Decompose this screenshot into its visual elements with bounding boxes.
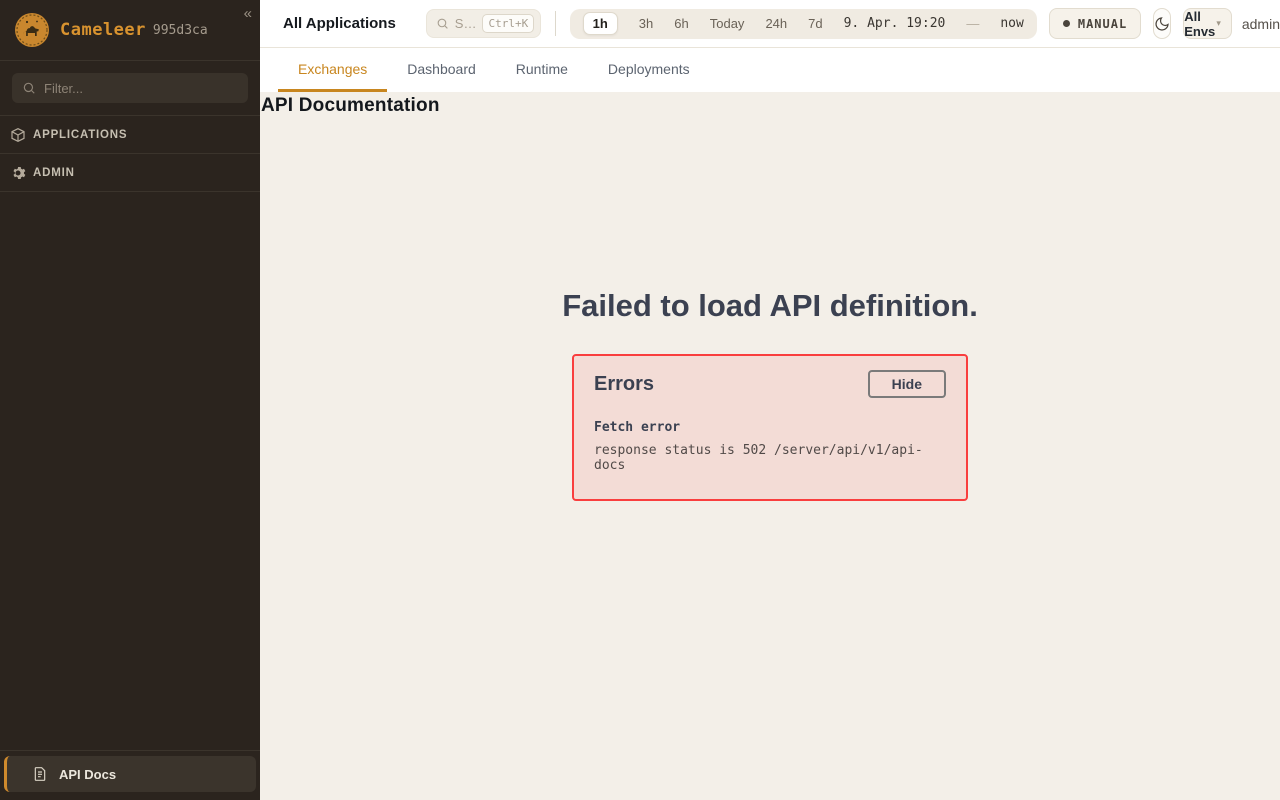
error-name: Fetch error — [594, 420, 946, 435]
search-icon — [22, 81, 36, 95]
time-range-7d[interactable]: 7d — [808, 16, 822, 31]
page-title: API Documentation — [261, 95, 440, 117]
errors-panel-title: Errors — [594, 373, 654, 396]
time-range-1h[interactable]: 1h — [583, 12, 618, 35]
tabbar: Exchanges Dashboard Runtime Deployments — [260, 48, 1280, 92]
status-dot — [1063, 20, 1070, 27]
tab-exchanges[interactable]: Exchanges — [278, 48, 387, 92]
dark-mode-toggle[interactable] — [1153, 8, 1171, 39]
page-context-title: All Applications — [283, 15, 396, 32]
hide-errors-button[interactable]: Hide — [868, 370, 946, 398]
sidebar-item-applications[interactable]: APPLICATIONS — [0, 116, 260, 154]
user-name[interactable]: admin — [1242, 16, 1280, 32]
brand-name: Cameleer — [60, 20, 146, 40]
sidebar-item-label: APPLICATIONS — [33, 129, 127, 141]
cube-icon — [10, 127, 26, 143]
brand-version: 995d3ca — [153, 23, 208, 38]
sidebar-footer: API Docs — [0, 750, 260, 800]
moon-icon — [1154, 16, 1170, 32]
time-from-value[interactable]: 9. Apr. 19:20 — [844, 16, 946, 31]
time-range-24h[interactable]: 24h — [765, 16, 787, 31]
chevron-down-icon: ▾ — [1216, 18, 1221, 29]
time-range-6h[interactable]: 6h — [674, 16, 688, 31]
time-range-control: 1h 3h 6h Today 24h 7d 9. Apr. 19:20 — no… — [570, 9, 1037, 39]
sidebar-header: Cameleer 995d3ca « — [0, 0, 260, 61]
time-separator: — — [966, 16, 979, 31]
error-message: response status is 502 /server/api/v1/ap… — [594, 443, 946, 473]
sidebar-item-label: API Docs — [59, 767, 116, 782]
sidebar-item-api-docs[interactable]: API Docs — [4, 756, 256, 792]
main-content: API Documentation Failed to load API def… — [260, 92, 1280, 800]
gear-icon — [10, 165, 26, 181]
search-icon — [436, 17, 449, 30]
tab-dashboard[interactable]: Dashboard — [387, 48, 496, 92]
filter-input[interactable] — [44, 81, 238, 96]
sidebar-collapse-icon[interactable]: « — [244, 6, 252, 21]
tab-runtime[interactable]: Runtime — [496, 48, 588, 92]
sidebar-item-admin[interactable]: ADMIN — [0, 154, 260, 192]
tab-deployments[interactable]: Deployments — [588, 48, 710, 92]
time-to-value[interactable]: now — [1000, 16, 1023, 31]
swagger-fail-heading: Failed to load API definition. — [260, 288, 1280, 324]
manual-refresh-button[interactable]: MANUAL — [1049, 8, 1141, 39]
sidebar-item-label: ADMIN — [33, 167, 75, 179]
manual-label: MANUAL — [1078, 17, 1127, 31]
sidebar-nav: APPLICATIONS ADMIN — [0, 115, 260, 192]
time-range-today[interactable]: Today — [710, 16, 745, 31]
global-search[interactable]: S… Ctrl+K — [426, 9, 541, 38]
environment-value: All Envs — [1184, 9, 1231, 39]
time-range-3h[interactable]: 3h — [639, 16, 653, 31]
errors-panel: Errors Hide Fetch error response status … — [572, 354, 968, 501]
search-placeholder: S… — [455, 16, 477, 31]
document-icon — [32, 766, 48, 782]
topbar: All Applications S… Ctrl+K 1h 3h 6h Toda… — [260, 0, 1280, 48]
search-shortcut-kbd: Ctrl+K — [482, 14, 534, 33]
sidebar: Cameleer 995d3ca « APPLICATIONS ADMIN — [0, 0, 260, 800]
sidebar-filter[interactable] — [12, 73, 248, 103]
cameleer-logo-icon — [14, 12, 50, 48]
sidebar-spacer — [0, 192, 260, 750]
environment-select[interactable]: All Envs ▾ — [1183, 8, 1232, 39]
